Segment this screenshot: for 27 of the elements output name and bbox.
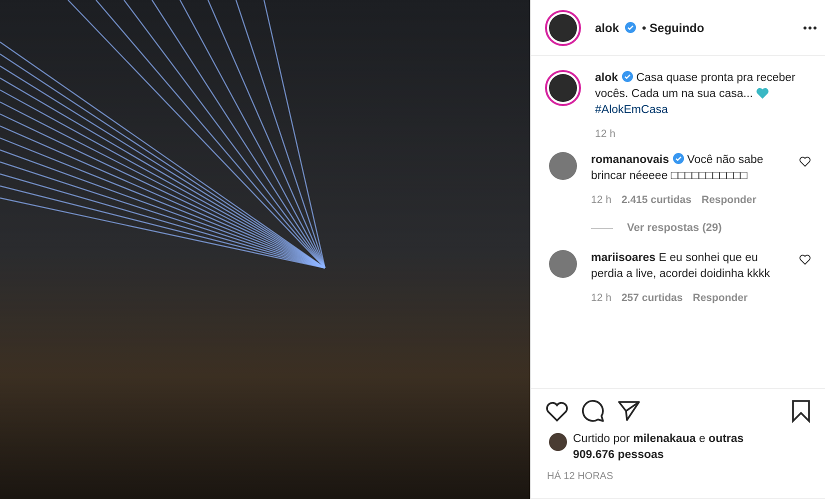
avatar[interactable] — [549, 433, 567, 451]
heart-icon[interactable] — [545, 399, 569, 423]
liked-by-text: Curtido por milenakaua e outras 909.676 pessoas — [573, 432, 745, 463]
bookmark-icon[interactable] — [791, 399, 811, 423]
heart-icon[interactable] — [799, 254, 811, 265]
reply-link[interactable]: Responder — [692, 292, 748, 304]
comment-text: mariisoares E eu sonhei que eu perdia a live, acordei doidinha kkkk — [591, 251, 771, 282]
reply-link[interactable]: Responder — [701, 194, 756, 206]
share-icon[interactable] — [617, 399, 641, 423]
comment-time: 12 h — [595, 128, 616, 140]
like-count[interactable]: 2.415 curtidas — [621, 194, 692, 206]
heart-icon[interactable] — [799, 156, 811, 167]
more-options-icon[interactable] — [803, 26, 817, 30]
post-timestamp: HÁ 12 HORAS — [531, 463, 825, 499]
view-replies-link[interactable]: Ver respostas (29) — [627, 222, 722, 234]
comment-icon[interactable] — [581, 399, 605, 423]
hashtag-link[interactable]: #AlokEmCasa — [595, 104, 668, 116]
follow-status[interactable]: • Seguindo — [642, 20, 704, 34]
comment-text: romananovais Você não sabe brincar néeeee □□□□□□□□□□□ — [591, 152, 764, 184]
avatar[interactable] — [545, 70, 581, 106]
username[interactable]: alok — [595, 20, 620, 34]
like-count[interactable]: 257 curtidas — [621, 292, 683, 304]
heart-emoji-icon — [756, 87, 770, 99]
caption-text: alok Casa quase pronta pra receber vocês. Cada um na sua casa... #AlokEmCasa — [595, 70, 796, 118]
avatar[interactable] — [545, 10, 581, 46]
comment-time: 12 h — [591, 292, 612, 304]
comment-time: 12 h — [591, 194, 612, 206]
